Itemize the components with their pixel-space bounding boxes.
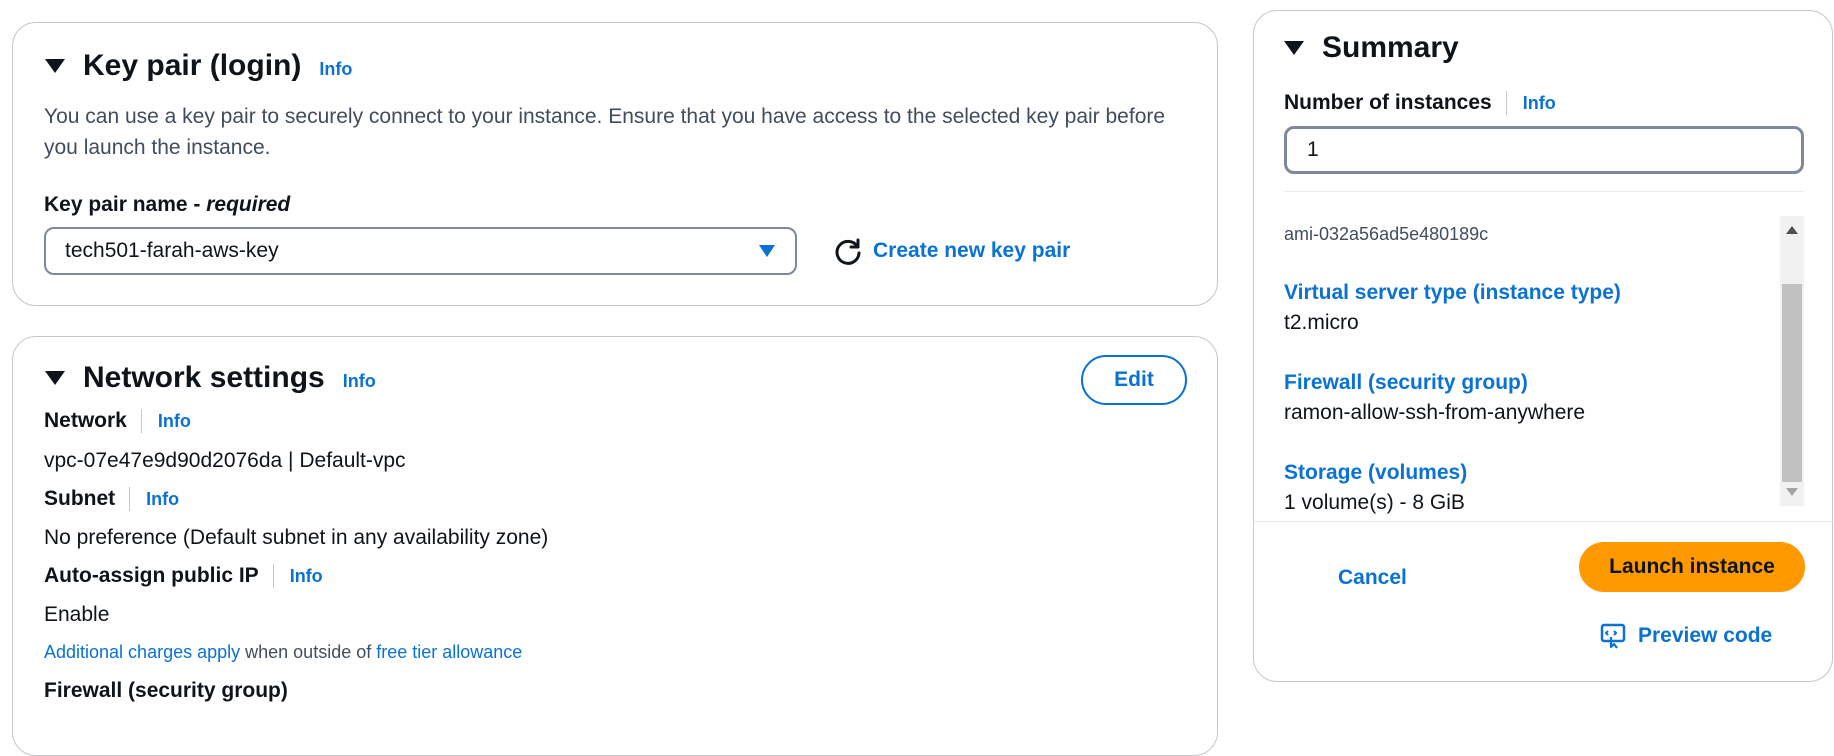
firewall-value: ramon-allow-ssh-from-anywhere bbox=[1284, 401, 1586, 424]
additional-charges-link[interactable]: Additional charges apply bbox=[44, 642, 240, 662]
divider bbox=[129, 487, 131, 511]
network-settings-header[interactable]: Network settings Info bbox=[45, 361, 376, 395]
subnet-label: Subnet Info bbox=[44, 487, 179, 511]
storage-link[interactable]: Storage (volumes) bbox=[1284, 461, 1467, 485]
network-info-link[interactable]: Info bbox=[158, 411, 191, 432]
number-of-instances-input[interactable] bbox=[1284, 126, 1804, 174]
preview-code-icon bbox=[1600, 623, 1626, 649]
divider bbox=[1505, 91, 1507, 115]
scrollbar-thumb[interactable] bbox=[1782, 284, 1802, 482]
create-new-key-pair-link[interactable]: Create new key pair bbox=[873, 227, 1070, 275]
key-pair-panel: Key pair (login) Info You can use a key … bbox=[12, 22, 1218, 306]
required-marker: required bbox=[206, 193, 291, 216]
expand-caret-icon[interactable] bbox=[45, 59, 65, 73]
summary-scrollbar[interactable] bbox=[1780, 216, 1804, 506]
launch-instance-button[interactable]: Launch instance bbox=[1579, 542, 1805, 592]
divider bbox=[140, 409, 142, 433]
firewall-link[interactable]: Firewall (security group) bbox=[1284, 371, 1528, 395]
refresh-icon[interactable] bbox=[833, 237, 863, 267]
divider bbox=[1254, 521, 1834, 522]
charges-note-text: when outside of bbox=[240, 642, 377, 662]
summary-header[interactable]: Summary bbox=[1284, 31, 1459, 65]
network-value: vpc-07e47e9d90d2076da | Default-vpc bbox=[44, 449, 406, 472]
key-pair-select[interactable]: tech501-farah-aws-key bbox=[44, 227, 797, 275]
key-pair-name-label: Key pair name - required bbox=[44, 193, 290, 217]
firewall-label-partial: Firewall (security group) bbox=[44, 679, 288, 702]
network-label: Network Info bbox=[44, 409, 191, 433]
divider bbox=[272, 564, 274, 588]
key-pair-description: You can use a key pair to securely conne… bbox=[44, 105, 1166, 159]
auto-assign-ip-label: Auto-assign public IP Info bbox=[44, 564, 323, 588]
instance-type-value: t2.micro bbox=[1284, 311, 1359, 334]
subnet-label-text: Subnet bbox=[44, 487, 116, 510]
subnet-info-link[interactable]: Info bbox=[146, 489, 179, 510]
summary-details-scroll-area[interactable]: ami-032a56ad5e480189c Virtual server typ… bbox=[1284, 216, 1804, 516]
instance-type-link[interactable]: Virtual server type (instance type) bbox=[1284, 281, 1621, 305]
number-of-instances-label: Number of instances Info bbox=[1284, 91, 1556, 115]
scroll-up-arrow-icon[interactable] bbox=[1786, 226, 1798, 234]
free-tier-link[interactable]: free tier allowance bbox=[376, 642, 522, 662]
number-of-instances-label-text: Number of instances bbox=[1284, 91, 1492, 114]
number-of-instances-info-link[interactable]: Info bbox=[1523, 93, 1556, 114]
divider bbox=[1284, 191, 1804, 192]
expand-caret-icon[interactable] bbox=[45, 371, 65, 385]
network-settings-panel: Network settings Info Edit Network Info … bbox=[12, 336, 1218, 756]
key-pair-selected-value: tech501-farah-aws-key bbox=[65, 239, 279, 262]
storage-value: 1 volume(s) - 8 GiB bbox=[1284, 491, 1465, 514]
charges-note: Additional charges apply when outside of… bbox=[44, 642, 522, 663]
cancel-button[interactable]: Cancel bbox=[1318, 556, 1427, 600]
preview-code-label: Preview code bbox=[1638, 624, 1773, 647]
preview-code-button[interactable]: Preview code bbox=[1600, 623, 1772, 649]
key-pair-header[interactable]: Key pair (login) Info bbox=[45, 49, 352, 83]
network-settings-title: Network settings bbox=[83, 361, 325, 394]
key-pair-name-label-text: Key pair name - bbox=[44, 193, 207, 216]
auto-assign-ip-info-link[interactable]: Info bbox=[290, 566, 323, 587]
summary-panel: Summary Number of instances Info ami-032… bbox=[1253, 10, 1834, 682]
network-label-text: Network bbox=[44, 409, 127, 432]
key-pair-info-link[interactable]: Info bbox=[319, 59, 352, 80]
scroll-down-arrow-icon[interactable] bbox=[1786, 488, 1798, 496]
edit-button[interactable]: Edit bbox=[1081, 355, 1187, 405]
key-pair-title: Key pair (login) bbox=[83, 49, 302, 82]
summary-title: Summary bbox=[1322, 31, 1459, 64]
subnet-value: No preference (Default subnet in any ava… bbox=[44, 526, 549, 549]
auto-assign-ip-label-text: Auto-assign public IP bbox=[44, 564, 259, 587]
expand-caret-icon[interactable] bbox=[1284, 41, 1304, 55]
network-settings-info-link[interactable]: Info bbox=[343, 371, 376, 392]
ami-id: ami-032a56ad5e480189c bbox=[1284, 224, 1489, 244]
auto-assign-ip-value: Enable bbox=[44, 603, 110, 626]
dropdown-arrow-icon bbox=[759, 245, 775, 257]
